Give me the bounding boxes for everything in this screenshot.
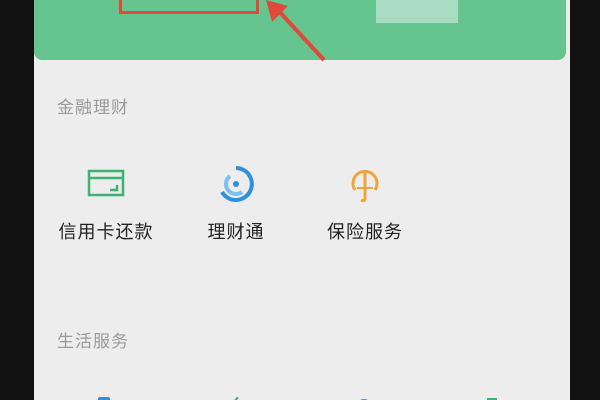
insurance-services-button[interactable]: 保险服务: [305, 164, 425, 244]
phone-recharge-icon[interactable]: [96, 392, 112, 400]
wealth-management-button[interactable]: 理财通: [176, 164, 296, 244]
tencent-charity-icon[interactable]: [484, 392, 500, 400]
city-services-icon[interactable]: [356, 392, 372, 400]
wallet-card-button[interactable]: [376, 0, 458, 23]
insurance-services-label: 保险服务: [327, 222, 403, 243]
section-title-life-services: 生活服务: [57, 332, 129, 352]
wealth-management-label: 理财通: [207, 222, 265, 243]
annotation-arrow-icon: [266, 0, 326, 62]
utilities-icon[interactable]: [226, 392, 242, 400]
insurance-icon: [351, 169, 379, 203]
wallet-header-card: [34, 0, 566, 62]
wallet-screen: 金融理财 信用卡还款 理财通 保险服务 生活服务: [34, 0, 570, 400]
credit-card-repayment-label: 信用卡还款: [58, 222, 154, 243]
credit-card-repayment-button[interactable]: 信用卡还款: [46, 164, 166, 244]
annotation-highlight-box: [119, 0, 259, 14]
section-title-finance: 金融理财: [57, 98, 129, 118]
wealth-management-icon: [220, 166, 254, 202]
credit-card-icon: [87, 169, 125, 197]
